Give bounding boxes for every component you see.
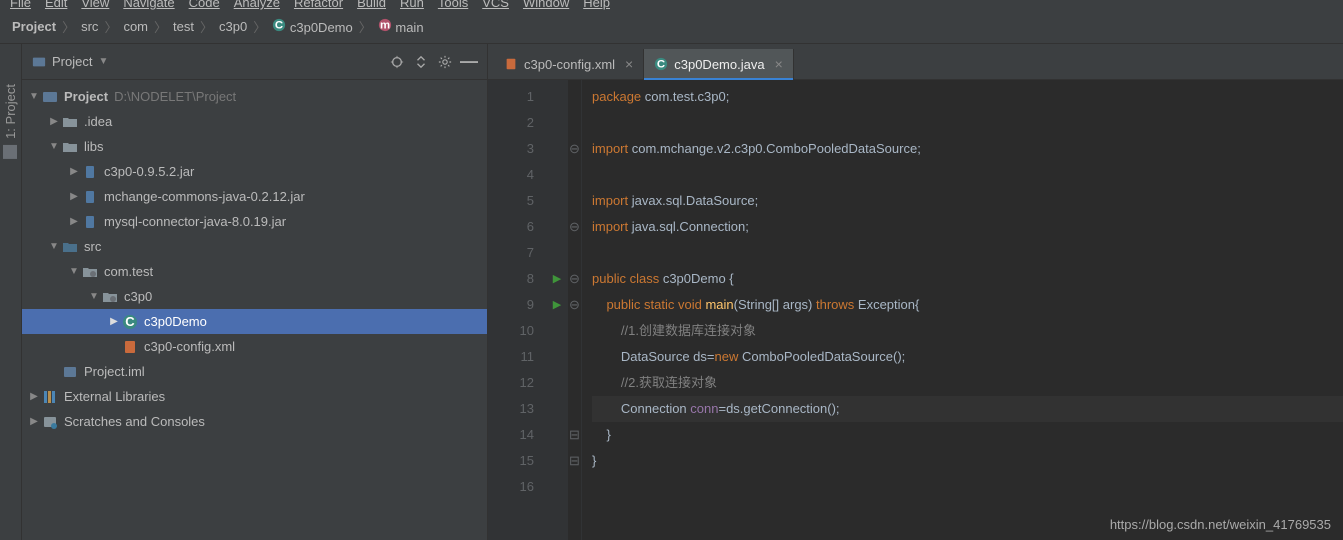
fold-icon[interactable]: ⊖: [568, 214, 581, 240]
menu-run[interactable]: Run: [400, 0, 424, 10]
tree-jar1[interactable]: ▶c3p0-0.9.5.2.jar: [22, 159, 487, 184]
tab-config[interactable]: c3p0-config.xml×: [494, 49, 644, 79]
fold-end-icon[interactable]: ⊟: [568, 422, 581, 448]
class-icon: C: [654, 57, 668, 71]
expand-all-icon[interactable]: [413, 54, 429, 70]
tab-demo[interactable]: C c3p0Demo.java×: [644, 49, 794, 79]
project-tree: ▼ProjectD:\NODELET\Project ▶.idea ▼libs …: [22, 80, 487, 540]
jar-icon: [82, 214, 98, 230]
svg-text:m: m: [380, 20, 390, 32]
tree-jar2[interactable]: ▶mchange-commons-java-0.2.12.jar: [22, 184, 487, 209]
menu-view[interactable]: View: [81, 0, 109, 10]
crumb-test[interactable]: test: [173, 19, 194, 34]
module-icon: [62, 364, 78, 380]
line-gutter: 1234 5678 9101112 13141516: [488, 80, 546, 540]
tree-pkg[interactable]: ▼com.test: [22, 259, 487, 284]
tree-xmlfile[interactable]: ▶c3p0-config.xml: [22, 334, 487, 359]
tree-subpkg[interactable]: ▼c3p0: [22, 284, 487, 309]
editor-area: c3p0-config.xml× C c3p0Demo.java× 1234 5…: [488, 44, 1343, 540]
package-icon: [102, 289, 118, 305]
tree-iml[interactable]: ▶Project.iml: [22, 359, 487, 384]
menu-edit[interactable]: Edit: [45, 0, 67, 10]
chevron-right-icon: 〉: [253, 17, 266, 36]
menu-vcs[interactable]: VCS: [482, 0, 509, 10]
fold-icon[interactable]: ⊖: [568, 136, 581, 162]
folder-icon: [62, 114, 78, 130]
source-folder-icon: [62, 239, 78, 255]
code-editor[interactable]: 1234 5678 9101112 13141516 ▶ ▶ ⊖ ⊖ ⊖ ⊖ ⊟…: [488, 80, 1343, 540]
crumb-c3p0[interactable]: c3p0: [219, 19, 247, 34]
tree-javafile[interactable]: ▶Cc3p0Demo: [22, 309, 487, 334]
menu-file[interactable]: File: [10, 0, 31, 10]
jar-icon: [82, 164, 98, 180]
menu-build[interactable]: Build: [357, 0, 386, 10]
menu-bar: File Edit View Navigate Code Analyze Ref…: [0, 0, 1343, 10]
chevron-right-icon: 〉: [104, 17, 117, 36]
chevron-right-icon: 〉: [62, 17, 75, 36]
chevron-right-icon: 〉: [154, 17, 167, 36]
svg-text:C: C: [125, 314, 135, 329]
watermark: https://blog.csdn.net/weixin_41769535: [1110, 517, 1331, 532]
menu-analyze[interactable]: Analyze: [234, 0, 280, 10]
jar-icon: [82, 189, 98, 205]
menu-navigate[interactable]: Navigate: [123, 0, 174, 10]
folder-icon: [62, 139, 78, 155]
project-strip-icon: [4, 145, 18, 159]
close-icon[interactable]: ×: [625, 56, 633, 72]
xml-icon: [504, 57, 518, 71]
chevron-down-icon: ▼: [98, 56, 108, 67]
crumb-com[interactable]: com: [123, 19, 148, 34]
editor-tabs: c3p0-config.xml× C c3p0Demo.java×: [488, 44, 1343, 80]
crumb-method[interactable]: m main: [378, 18, 424, 35]
run-main-icon[interactable]: ▶: [546, 292, 568, 318]
run-class-icon[interactable]: ▶: [546, 266, 568, 292]
project-panel-header: Project ▼ —: [22, 44, 487, 80]
fold-end-icon[interactable]: ⊟: [568, 448, 581, 474]
project-icon: [32, 55, 46, 69]
run-gutter: ▶ ▶: [546, 80, 568, 540]
chevron-right-icon: 〉: [200, 17, 213, 36]
tree-idea[interactable]: ▶.idea: [22, 109, 487, 134]
project-tool-button[interactable]: 1: Project: [3, 84, 18, 159]
svg-text:C: C: [275, 20, 283, 32]
breadcrumb: Project 〉 src 〉 com 〉 test 〉 c3p0 〉 C c3…: [0, 10, 1343, 44]
tree-root[interactable]: ▼ProjectD:\NODELET\Project: [22, 84, 487, 109]
tree-libs[interactable]: ▼libs: [22, 134, 487, 159]
hide-icon[interactable]: —: [461, 54, 477, 70]
tree-jar3[interactable]: ▶mysql-connector-java-8.0.19.jar: [22, 209, 487, 234]
tree-ext[interactable]: ▶External Libraries: [22, 384, 487, 409]
locate-icon[interactable]: [389, 54, 405, 70]
svg-text:C: C: [657, 59, 665, 71]
crumb-src[interactable]: src: [81, 19, 98, 34]
project-folder-icon: [42, 89, 58, 105]
gear-icon[interactable]: [437, 54, 453, 70]
crumb-project[interactable]: Project: [12, 19, 56, 34]
menu-help[interactable]: Help: [583, 0, 610, 10]
fold-gutter: ⊖ ⊖ ⊖ ⊖ ⊟ ⊟: [568, 80, 582, 540]
scratch-icon: [42, 414, 58, 430]
fold-icon[interactable]: ⊖: [568, 292, 581, 318]
chevron-right-icon: 〉: [359, 17, 372, 36]
library-icon: [42, 389, 58, 405]
fold-icon[interactable]: ⊖: [568, 266, 581, 292]
package-icon: [82, 264, 98, 280]
menu-refactor[interactable]: Refactor: [294, 0, 343, 10]
close-icon[interactable]: ×: [775, 56, 783, 72]
tree-src[interactable]: ▼src: [22, 234, 487, 259]
tree-scratch[interactable]: ▶Scratches and Consoles: [22, 409, 487, 434]
class-icon: C: [122, 314, 138, 330]
tool-window-strip: 1: Project: [0, 44, 22, 540]
xml-icon: [122, 339, 138, 355]
code-body[interactable]: package com.test.c3p0; import com.mchang…: [582, 80, 1343, 540]
menu-tools[interactable]: Tools: [438, 0, 468, 10]
menu-code[interactable]: Code: [189, 0, 220, 10]
menu-window[interactable]: Window: [523, 0, 569, 10]
project-view-selector[interactable]: Project ▼: [32, 54, 108, 69]
crumb-class[interactable]: C c3p0Demo: [272, 18, 353, 35]
project-panel: Project ▼ — ▼ProjectD:\NODELET\Project ▶…: [22, 44, 488, 540]
